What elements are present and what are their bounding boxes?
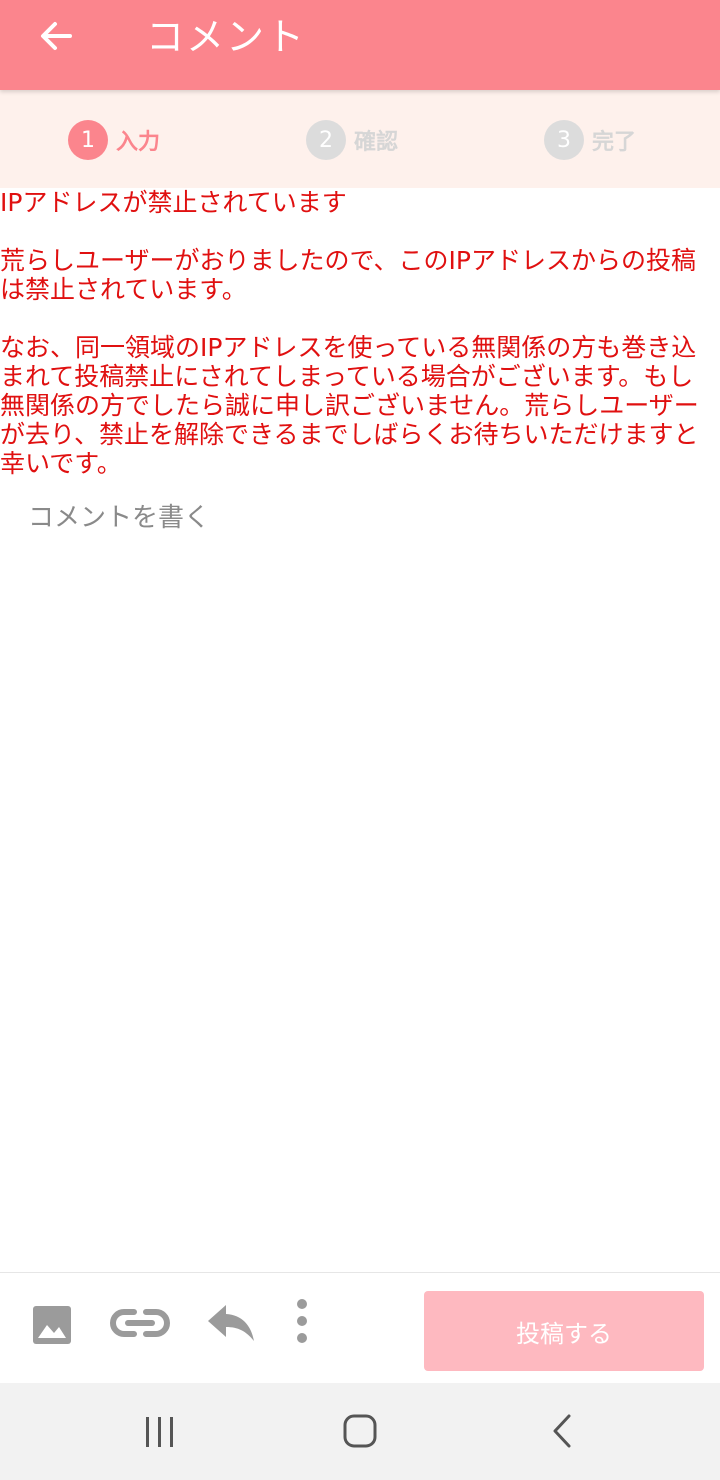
- more-vertical-icon: [297, 1299, 307, 1343]
- step-number: 1: [68, 120, 108, 160]
- step-complete: 3 完了: [544, 120, 636, 160]
- back-icon: [553, 1414, 571, 1448]
- reply-icon: [208, 1305, 254, 1341]
- step-number: 3: [544, 120, 584, 160]
- step-label: 確認: [354, 130, 399, 155]
- link-icon: [110, 1309, 170, 1337]
- ip-ban-notice: IPアドレスが禁止されています 荒らしユーザーがおりましたので、このIPアドレス…: [0, 188, 720, 478]
- comment-toolbar: 投稿する: [0, 1272, 720, 1382]
- step-number: 2: [306, 120, 346, 160]
- page-title: コメント: [146, 15, 307, 59]
- insert-link-button[interactable]: [108, 1303, 172, 1343]
- step-label: 完了: [592, 130, 637, 155]
- step-indicator: 1 入力 2 確認 3 完了: [0, 90, 720, 188]
- back-button[interactable]: [36, 16, 76, 56]
- notice-heading: IPアドレスが禁止されています: [0, 188, 347, 217]
- notice-paragraph: なお、同一領域のIPアドレスを使っている無関係の方も巻き込まれて投稿禁止にされて…: [0, 333, 699, 478]
- arrow-left-icon: [41, 22, 72, 50]
- system-back-button[interactable]: [542, 1411, 582, 1451]
- home-button[interactable]: [340, 1411, 380, 1451]
- home-icon: [343, 1414, 377, 1448]
- notice-paragraph: 荒らしユーザーがおりましたので、このIPアドレスからの投稿は禁止されています。: [0, 246, 696, 304]
- app-header: コメント: [0, 0, 720, 90]
- post-button[interactable]: 投稿する: [424, 1291, 704, 1371]
- step-confirm: 2 確認: [306, 120, 398, 160]
- recent-apps-button[interactable]: [140, 1411, 180, 1451]
- insert-image-button[interactable]: [32, 1303, 72, 1347]
- more-options-button[interactable]: [292, 1299, 312, 1343]
- step-input: 1 入力: [68, 120, 160, 160]
- system-navigation-bar: [0, 1383, 720, 1480]
- image-icon: [33, 1306, 71, 1344]
- comment-input[interactable]: [28, 500, 692, 1260]
- step-label: 入力: [116, 130, 161, 155]
- recent-apps-icon: [146, 1417, 173, 1447]
- reply-button[interactable]: [206, 1303, 256, 1343]
